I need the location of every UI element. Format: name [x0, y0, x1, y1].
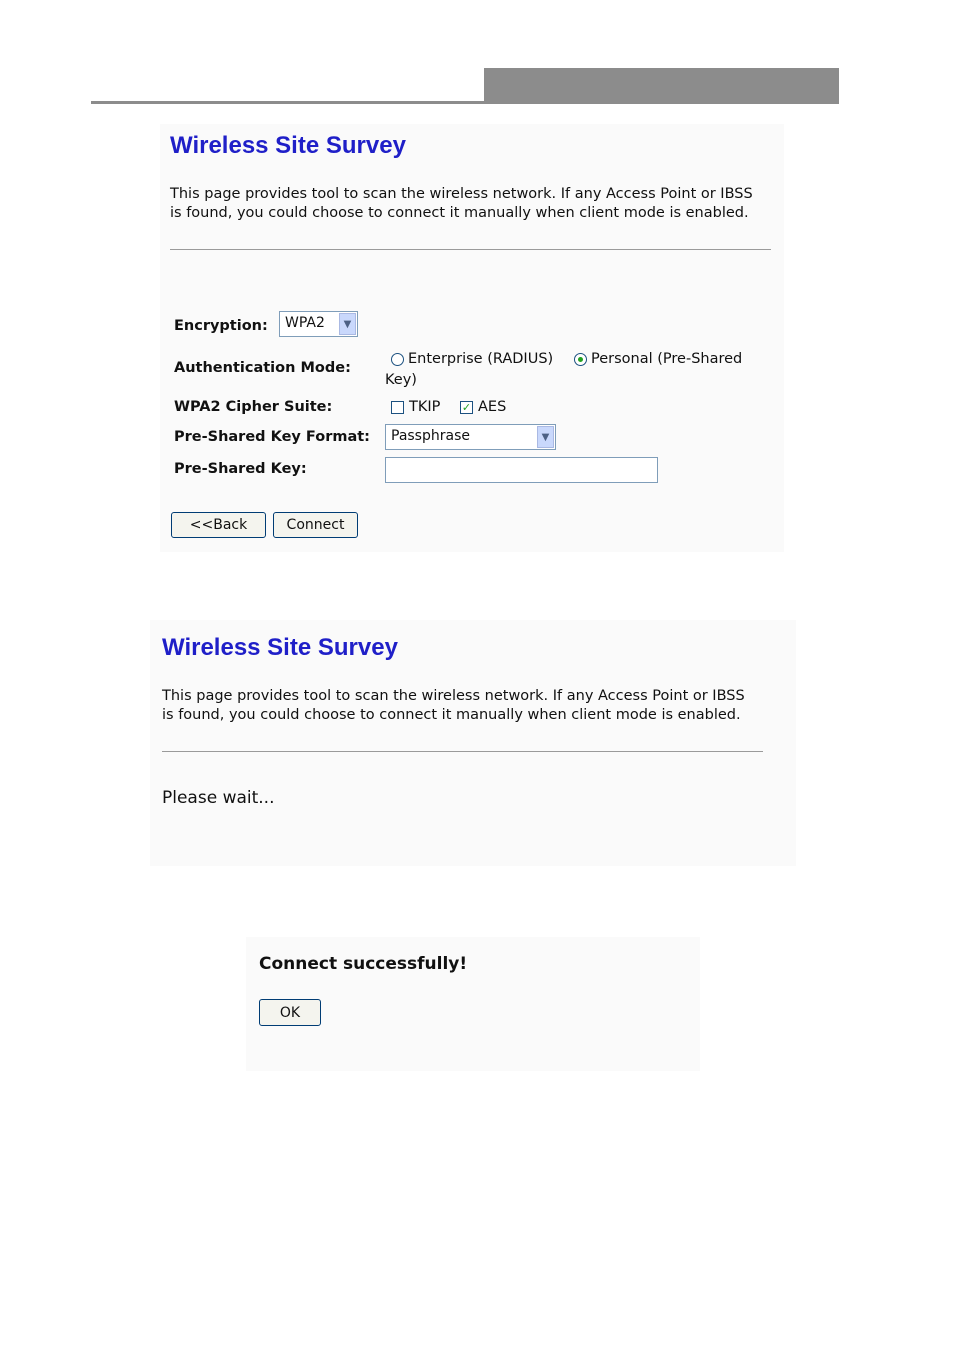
page-description: This page provides tool to scan the wire… — [162, 688, 745, 723]
ok-button[interactable]: OK — [259, 999, 321, 1026]
tkip-checkbox[interactable] — [391, 401, 404, 414]
chevron-down-icon: ▼ — [339, 313, 356, 335]
divider — [170, 249, 771, 250]
success-message: Connect successfully! — [259, 954, 468, 974]
encryption-label: Encryption: — [174, 318, 268, 334]
divider — [162, 751, 763, 752]
check-icon: ✓ — [461, 401, 472, 414]
enterprise-radio-label: Enterprise (RADIUS) — [408, 351, 554, 367]
personal-radio-label: Personal (Pre-Shared — [591, 351, 743, 367]
page-description: This page provides tool to scan the wire… — [170, 186, 753, 221]
psk-format-label: Pre-Shared Key Format: — [174, 429, 370, 445]
page-title: Wireless Site Survey — [170, 132, 406, 159]
encryption-select[interactable]: WPA2 ▼ — [279, 311, 358, 337]
tkip-label: TKIP — [409, 399, 441, 415]
personal-radio-label-cont: Key) — [385, 372, 417, 388]
psk-format-select[interactable]: Passphrase ▼ — [385, 424, 556, 450]
aes-label: AES — [478, 399, 507, 415]
psk-input[interactable] — [385, 457, 658, 483]
wait-panel: Wireless Site Survey This page provides … — [150, 620, 796, 866]
page-title: Wireless Site Survey — [162, 634, 398, 661]
survey-form-panel: Wireless Site Survey This page provides … — [160, 124, 784, 552]
wait-message: Please wait... — [162, 788, 275, 808]
cipher-suite-label: WPA2 Cipher Suite: — [174, 399, 333, 415]
header-rule — [91, 101, 485, 104]
connect-button[interactable]: Connect — [273, 512, 358, 538]
enterprise-radio[interactable] — [391, 353, 404, 366]
header-bar — [484, 68, 839, 104]
auth-mode-label: Authentication Mode: — [174, 360, 351, 376]
personal-radio[interactable] — [574, 353, 587, 366]
chevron-down-icon: ▼ — [537, 426, 554, 448]
psk-format-value: Passphrase — [391, 428, 470, 444]
aes-checkbox[interactable]: ✓ — [460, 401, 473, 414]
encryption-value: WPA2 — [285, 315, 325, 331]
success-panel: Connect successfully! OK — [246, 937, 700, 1071]
back-button[interactable]: <<Back — [171, 512, 266, 538]
psk-label: Pre-Shared Key: — [174, 461, 307, 477]
